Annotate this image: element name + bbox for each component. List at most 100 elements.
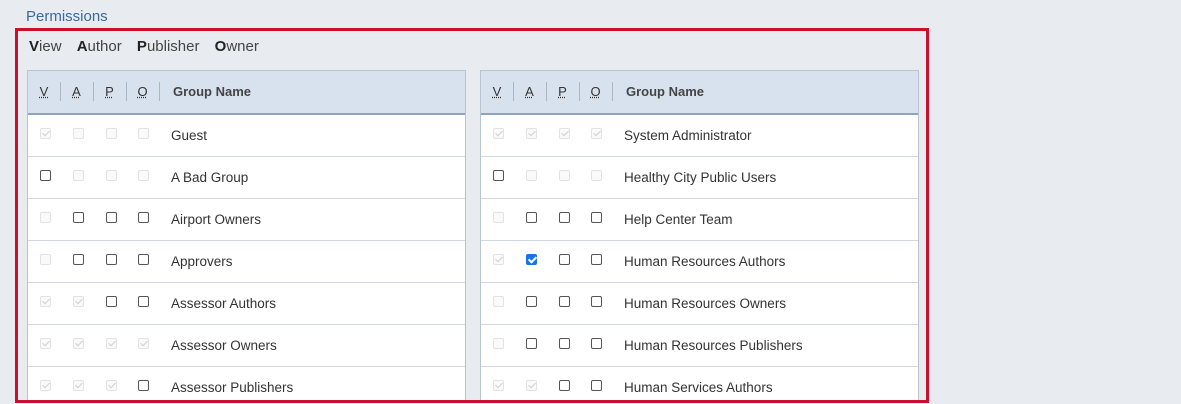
group-name: A Bad Group: [171, 170, 249, 185]
permissions-title: Permissions: [26, 8, 108, 25]
table-row: Airport Owners: [28, 199, 465, 241]
checkbox-v: [40, 380, 51, 391]
header-group-name[interactable]: Group Name: [173, 71, 251, 113]
table-row: Approvers: [28, 241, 465, 283]
checkbox-p[interactable]: [559, 254, 570, 265]
table-row: Guest: [28, 115, 465, 157]
checkbox-v: [493, 128, 504, 139]
checkbox-v: [493, 296, 504, 307]
checkbox-o[interactable]: [591, 380, 602, 391]
table-row: Healthy City Public Users: [481, 157, 918, 199]
header-v[interactable]: V: [481, 71, 513, 113]
header-v-label: V: [39, 84, 49, 99]
checkbox-p: [106, 170, 117, 181]
table-row: A Bad Group: [28, 157, 465, 199]
header-p[interactable]: P: [546, 71, 579, 113]
checkbox-p: [106, 128, 117, 139]
checkbox-p[interactable]: [106, 254, 117, 265]
checkbox-p: [559, 170, 570, 181]
checkbox-o[interactable]: [591, 296, 602, 307]
checkbox-v[interactable]: [493, 170, 504, 181]
legend-author: Author: [76, 38, 122, 55]
checkbox-a[interactable]: [73, 212, 84, 223]
group-name: Approvers: [171, 254, 233, 269]
checkbox-o: [138, 170, 149, 181]
checkbox-v[interactable]: [40, 170, 51, 181]
group-name: Assessor Owners: [171, 338, 277, 353]
header-v-label: V: [492, 84, 502, 99]
permissions-legend: View Author Publisher Owner: [29, 38, 270, 55]
header-a[interactable]: A: [60, 71, 93, 113]
permissions-grid-right: V A P O Group Name System Administrator Health…: [480, 70, 919, 400]
checkbox-a[interactable]: [73, 254, 84, 265]
checkbox-a: [73, 296, 84, 307]
checkbox-p: [106, 380, 117, 391]
checkbox-o[interactable]: [591, 338, 602, 349]
header-p-label: P: [558, 84, 567, 99]
legend-owner: Owner: [214, 38, 259, 55]
header-p[interactable]: P: [93, 71, 126, 113]
checkbox-o[interactable]: [591, 254, 602, 265]
checkbox-p[interactable]: [559, 338, 570, 349]
checkbox-o: [591, 128, 602, 139]
group-name: Human Resources Owners: [624, 296, 787, 311]
checkbox-o: [138, 128, 149, 139]
group-name: Human Resources Authors: [624, 254, 786, 269]
checkbox-o[interactable]: [591, 212, 602, 223]
checkbox-p: [106, 338, 117, 349]
header-v[interactable]: V: [28, 71, 60, 113]
checkbox-o[interactable]: [138, 380, 149, 391]
group-name: Assessor Authors: [171, 296, 277, 311]
permissions-panel: View Author Publisher Owner V A P O Group Na…: [15, 28, 929, 403]
checkbox-a: [526, 128, 537, 139]
checkbox-a: [526, 380, 537, 391]
group-name: Guest: [171, 128, 208, 143]
header-a-label: A: [525, 84, 534, 99]
checkbox-v: [40, 212, 51, 223]
grid-header: V A P O Group Name: [481, 71, 918, 115]
header-group-name[interactable]: Group Name: [626, 71, 704, 113]
checkbox-v: [493, 380, 504, 391]
checkbox-a[interactable]: [526, 212, 537, 223]
header-p-label: P: [105, 84, 114, 99]
checkbox-o[interactable]: [138, 212, 149, 223]
table-row: Assessor Authors: [28, 283, 465, 325]
table-row: Human Resources Owners: [481, 283, 918, 325]
checkbox-v: [493, 338, 504, 349]
group-name: Human Services Authors: [624, 380, 773, 395]
checkbox-a: [526, 170, 537, 181]
header-o[interactable]: O: [579, 71, 612, 113]
checkbox-v: [40, 128, 51, 139]
checkbox-p[interactable]: [559, 296, 570, 307]
checkbox-a: [73, 338, 84, 349]
checkbox-a: [73, 380, 84, 391]
legend-view: View: [29, 38, 62, 55]
checkbox-o[interactable]: [138, 296, 149, 307]
group-name: System Administrator: [624, 128, 752, 143]
header-a-label: A: [72, 84, 81, 99]
checkbox-o[interactable]: [138, 254, 149, 265]
group-name: Healthy City Public Users: [624, 170, 777, 185]
header-separator: [159, 82, 160, 101]
checkbox-a[interactable]: [526, 338, 537, 349]
checkbox-p[interactable]: [559, 212, 570, 223]
header-a[interactable]: A: [513, 71, 546, 113]
checkbox-o: [138, 338, 149, 349]
table-row: System Administrator: [481, 115, 918, 157]
checkbox-v: [40, 254, 51, 265]
checkbox-p[interactable]: [106, 296, 117, 307]
table-row: Assessor Owners: [28, 325, 465, 367]
checkbox-a[interactable]: [526, 254, 537, 265]
header-separator: [612, 82, 613, 101]
table-row: Human Services Authors: [481, 367, 918, 400]
grid-header: V A P O Group Name: [28, 71, 465, 115]
checkbox-p[interactable]: [559, 380, 570, 391]
header-o[interactable]: O: [126, 71, 159, 113]
checkbox-v: [40, 296, 51, 307]
checkbox-a[interactable]: [526, 296, 537, 307]
checkbox-p[interactable]: [106, 212, 117, 223]
table-row: Assessor Publishers: [28, 367, 465, 400]
header-o-label: O: [137, 84, 148, 99]
header-o-label: O: [590, 84, 601, 99]
group-name: Assessor Publishers: [171, 380, 294, 395]
